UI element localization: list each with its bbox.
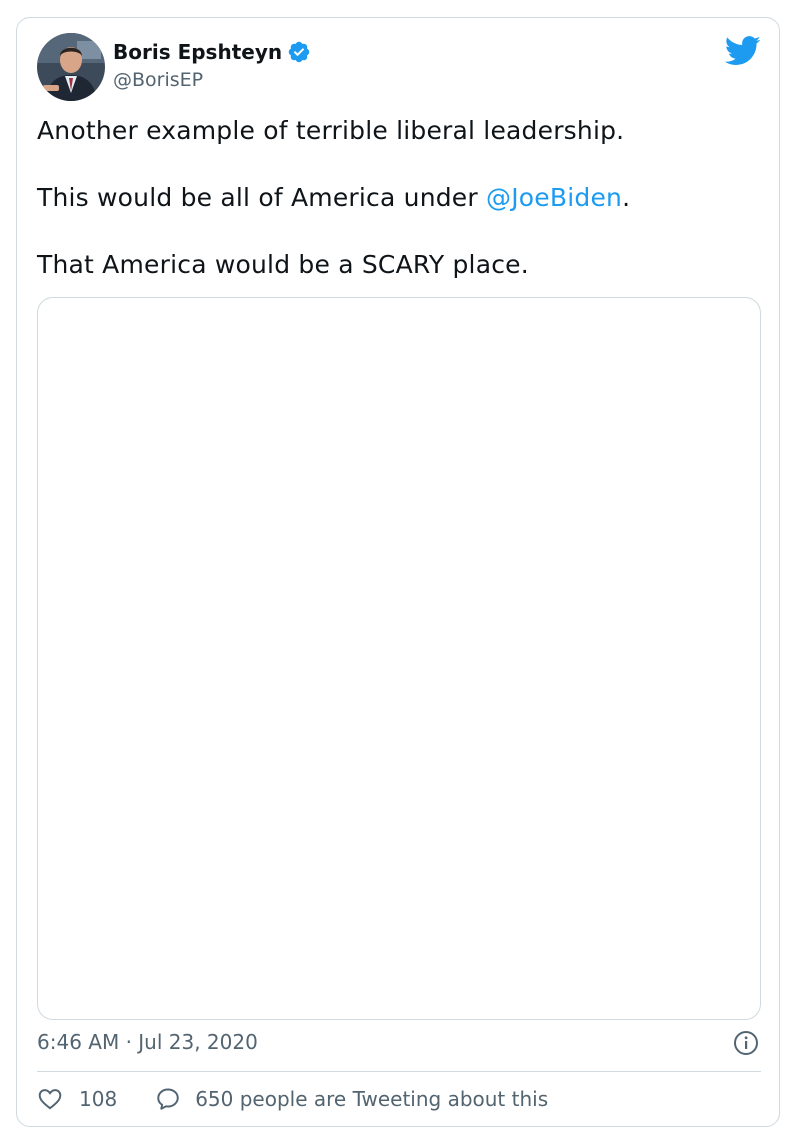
tweet-text-segment: This would be all of America under [37, 183, 487, 212]
speech-bubble-icon [157, 1088, 179, 1110]
tweet-body: Another example of terrible liberal lead… [37, 114, 757, 315]
author-handle[interactable]: @BorisEP [113, 68, 203, 92]
like-count: 108 [79, 1087, 118, 1111]
avatar-image [37, 33, 105, 101]
tweet-paragraph: That America would be a SCARY place. [37, 250, 529, 279]
twitter-bird-icon[interactable] [725, 36, 761, 66]
engagement-bar: 108 650 people are Tweeting about this [37, 1084, 548, 1114]
info-icon[interactable] [733, 1030, 759, 1056]
like-button[interactable]: 108 [37, 1086, 117, 1112]
tweet-paragraph: This would be all of America under @JoeB… [37, 181, 757, 215]
author-name[interactable]: Boris Epshteyn [113, 40, 311, 64]
author-avatar[interactable] [37, 33, 105, 101]
tweet-text-segment: . [622, 183, 631, 212]
tweet-media[interactable] [37, 297, 761, 1020]
tweet-timestamp[interactable]: 6:46 AM · Jul 23, 2020 [37, 1029, 258, 1055]
heart-icon [38, 1089, 62, 1110]
tweet-card: Boris Epshteyn @BorisEP Another example … [16, 17, 780, 1127]
divider [37, 1071, 761, 1072]
author-name-text: Boris Epshteyn [113, 40, 283, 64]
verified-badge-icon [288, 41, 310, 63]
mention-link[interactable]: @JoeBiden [486, 183, 622, 212]
conversation-link[interactable]: 650 people are Tweeting about this [155, 1086, 548, 1112]
conversation-label: 650 people are Tweeting about this [195, 1087, 549, 1111]
tweet-paragraph: Another example of terrible liberal lead… [37, 116, 625, 145]
